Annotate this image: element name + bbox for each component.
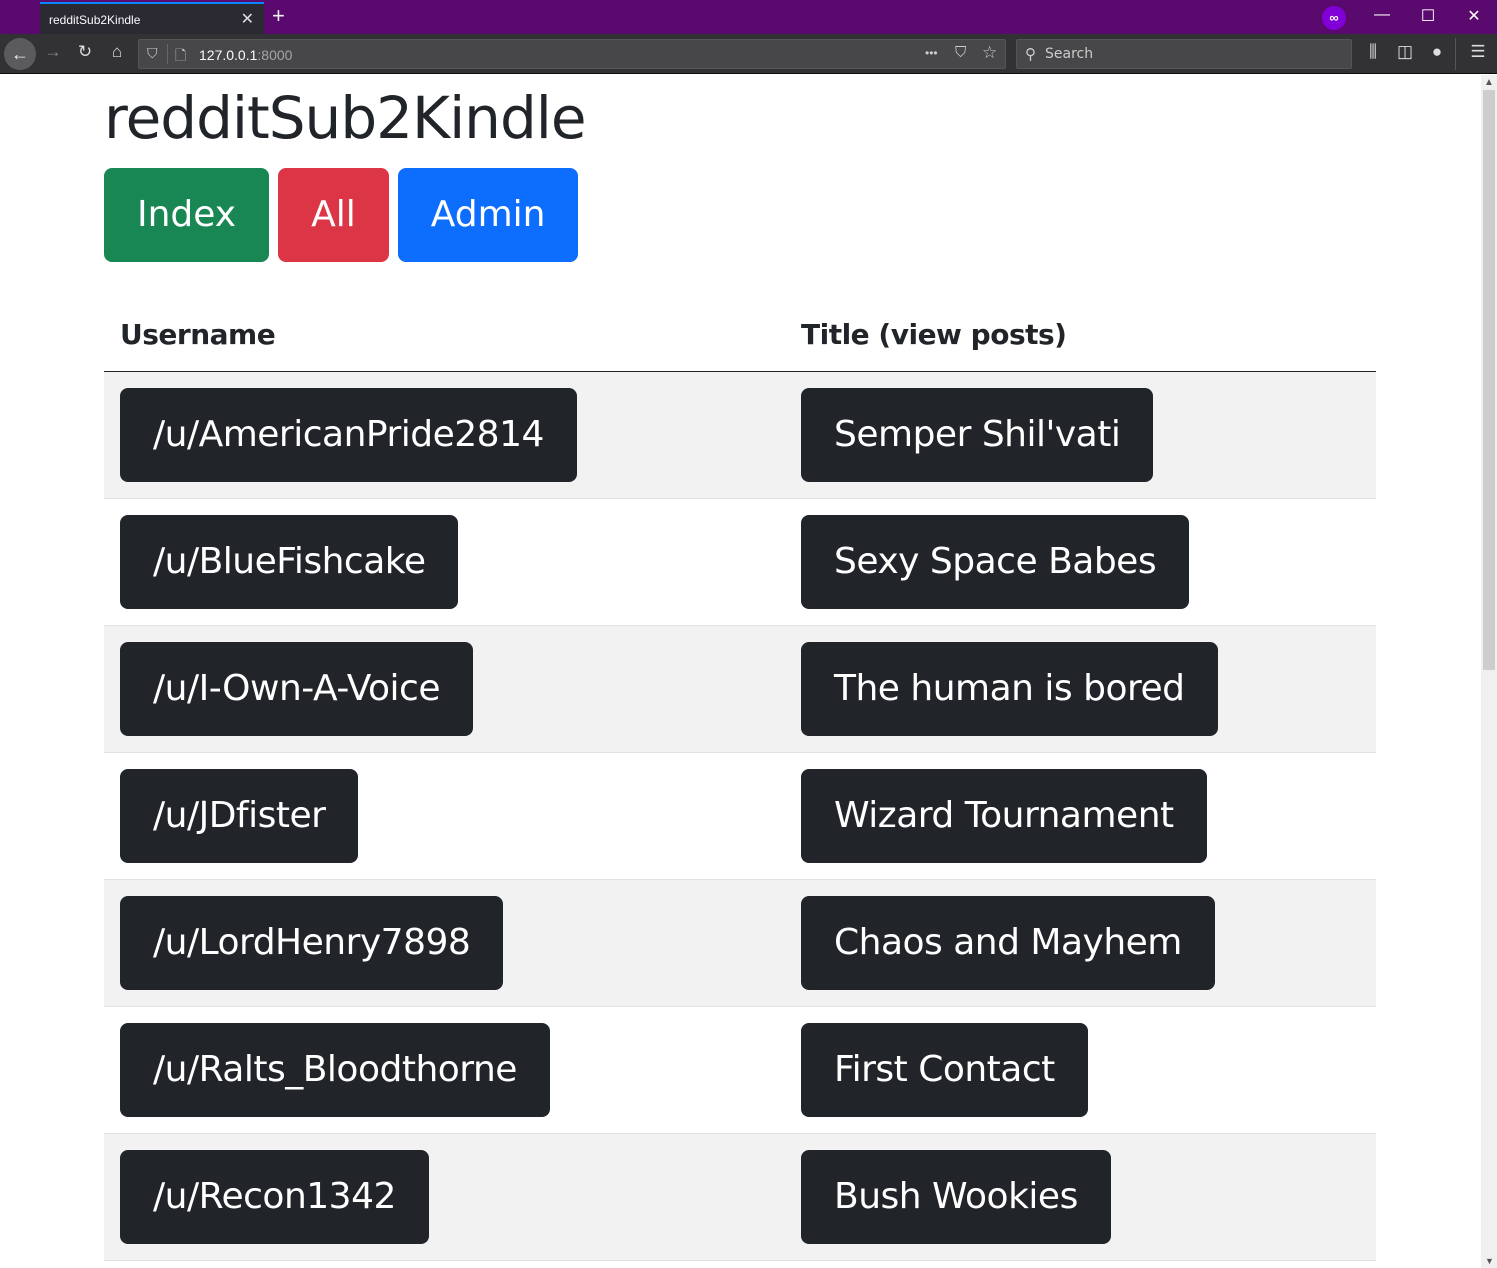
username-link[interactable]: /u/BlueFishcake (120, 515, 459, 609)
search-icon: ⚲ (1025, 46, 1036, 63)
page-scrollbar[interactable]: ▲ ▼ (1481, 75, 1497, 1268)
title-link[interactable]: Semper Shil'vati (801, 388, 1154, 482)
admin-button[interactable]: Admin (397, 168, 579, 262)
page-info-icon[interactable]: 🗋 (175, 45, 186, 69)
search-input[interactable] (1045, 45, 1335, 63)
table-row: /u/Recon1342 Bush Wookies (104, 1133, 1376, 1261)
nav-button-group: Index All Admin (104, 168, 1376, 262)
table-row: /u/BlueFishcake Sexy Space Babes (104, 498, 1376, 626)
username-link[interactable]: /u/JDfister (120, 769, 359, 863)
username-link[interactable]: /u/AmericanPride2814 (120, 388, 577, 482)
username-link[interactable]: /u/I-Own-A-Voice (120, 642, 473, 736)
header-title: Title (view posts) (785, 302, 1376, 372)
title-link[interactable]: The human is bored (801, 642, 1218, 736)
url-text[interactable]: 127.0.0.1:8000 (199, 47, 292, 63)
sidebar-icon[interactable]: ◫ (1393, 42, 1417, 62)
title-link[interactable]: Wizard Tournament (801, 769, 1207, 863)
forward-icon[interactable]: → (41, 42, 65, 62)
table-row: /u/LordHenry7898 Chaos and Mayhem (104, 879, 1376, 1007)
close-tab-icon[interactable]: ✕ (241, 9, 254, 29)
table-row: /u/AmericanPride2814 Semper Shil'vati (104, 371, 1376, 499)
title-link[interactable]: Chaos and Mayhem (801, 896, 1215, 990)
title-cell: The human is bored (785, 625, 1376, 753)
subscriptions-table: Username Title (view posts) /u/AmericanP… (104, 302, 1376, 1261)
title-link[interactable]: First Contact (801, 1023, 1088, 1117)
table-row: /u/I-Own-A-Voice The human is bored (104, 625, 1376, 753)
title-cell: First Contact (785, 1006, 1376, 1134)
close-window-icon[interactable]: ✕ (1464, 6, 1484, 26)
title-link[interactable]: Sexy Space Babes (801, 515, 1190, 609)
title-cell: Sexy Space Babes (785, 498, 1376, 626)
tab-title: redditSub2Kindle (49, 13, 141, 27)
private-browsing-icon: ∞ (1322, 6, 1346, 30)
table-header-row: Username Title (view posts) (104, 302, 1376, 372)
url-port: :8000 (257, 47, 293, 63)
title-cell: Wizard Tournament (785, 752, 1376, 880)
scroll-down-icon[interactable]: ▼ (1485, 1256, 1494, 1266)
tracking-protection-icon[interactable]: ⛉ (147, 45, 158, 62)
username-cell: /u/Ralts_Bloodthorne (104, 1006, 785, 1134)
urlbar-divider (167, 44, 168, 64)
url-bar[interactable]: ⛉ 🗋 127.0.0.1:8000 ••• ⛉ ☆ (138, 39, 1006, 69)
title-cell: Bush Wookies (785, 1133, 1376, 1261)
username-link[interactable]: /u/Ralts_Bloodthorne (120, 1023, 550, 1117)
username-link[interactable]: /u/Recon1342 (120, 1150, 429, 1244)
account-avatar-icon[interactable]: ● (1425, 42, 1449, 62)
browser-navbar: ← → ↻ ⌂ ⛉ 🗋 127.0.0.1:8000 ••• ⛉ ☆ ⚲ ⫼ ◫… (0, 34, 1497, 74)
title-cell: Semper Shil'vati (785, 371, 1376, 499)
page-actions-icon[interactable]: ••• (925, 46, 938, 60)
title-cell: Chaos and Mayhem (785, 879, 1376, 1007)
browser-titlebar: redditSub2Kindle ✕ + ∞ — ☐ ✕ (0, 0, 1497, 34)
username-cell: /u/JDfister (104, 752, 785, 880)
search-bar[interactable]: ⚲ (1016, 39, 1352, 69)
page-title: redditSub2Kindle (104, 84, 587, 152)
username-cell: /u/I-Own-A-Voice (104, 625, 785, 753)
header-username: Username (104, 302, 785, 372)
scrollbar-thumb[interactable] (1483, 90, 1495, 670)
username-cell: /u/BlueFishcake (104, 498, 785, 626)
table-row: /u/JDfister Wizard Tournament (104, 752, 1376, 880)
page-content: redditSub2Kindle Index All Admin Usernam… (0, 75, 1480, 1268)
url-host: 127.0.0.1 (199, 47, 258, 63)
bookmark-star-icon[interactable]: ☆ (982, 43, 997, 63)
maximize-icon[interactable]: ☐ (1418, 6, 1438, 26)
new-tab-button[interactable]: + (272, 3, 285, 29)
index-button[interactable]: Index (104, 168, 270, 262)
minimize-icon[interactable]: — (1372, 6, 1392, 24)
table-row: /u/Ralts_Bloodthorne First Contact (104, 1006, 1376, 1134)
menu-icon[interactable]: ☰ (1466, 42, 1490, 62)
browser-tab[interactable]: redditSub2Kindle ✕ (40, 2, 264, 34)
scroll-up-icon[interactable]: ▲ (1484, 77, 1494, 88)
home-icon[interactable]: ⌂ (105, 42, 129, 62)
username-cell: /u/AmericanPride2814 (104, 371, 785, 499)
username-cell: /u/Recon1342 (104, 1133, 785, 1261)
pocket-icon[interactable]: ⛉ (955, 44, 966, 61)
username-cell: /u/LordHenry7898 (104, 879, 785, 1007)
all-button[interactable]: All (278, 168, 389, 262)
reload-icon[interactable]: ↻ (73, 42, 97, 62)
username-link[interactable]: /u/LordHenry7898 (120, 896, 504, 990)
back-icon[interactable]: ← (4, 38, 36, 70)
content-container: redditSub2Kindle Index All Admin Usernam… (104, 75, 1376, 1261)
title-link[interactable]: Bush Wookies (801, 1150, 1111, 1244)
toolbar-divider (1455, 38, 1456, 70)
library-icon[interactable]: ⫼ (1361, 42, 1385, 62)
